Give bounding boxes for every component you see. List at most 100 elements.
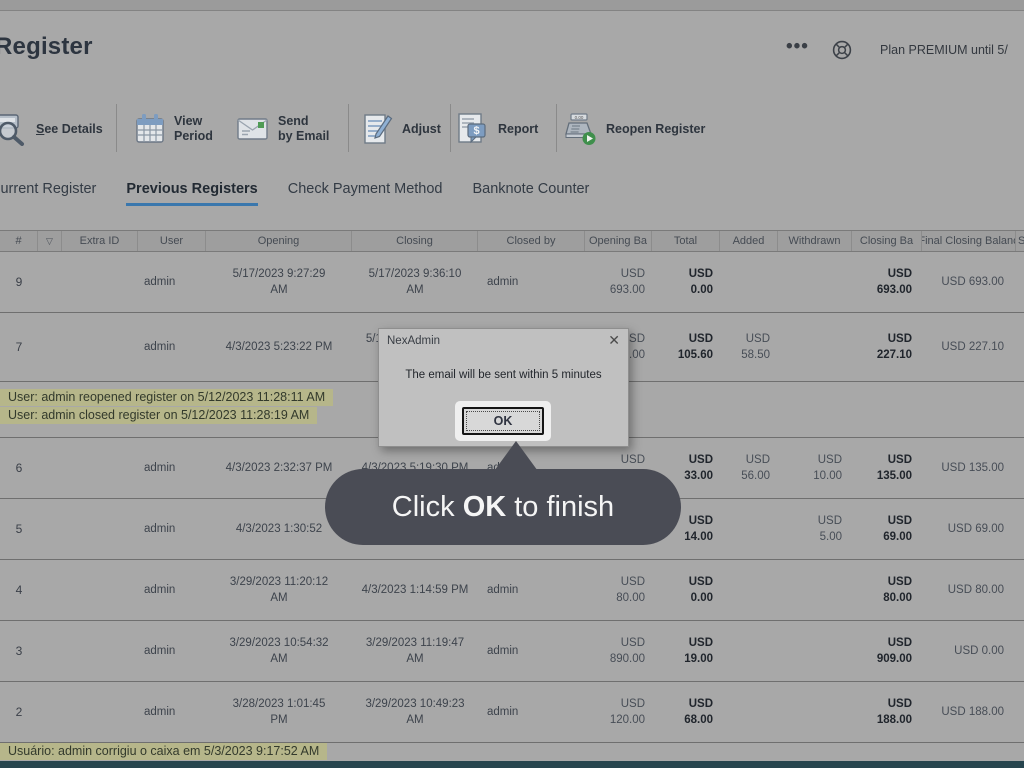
cell-closing_balance: USD693.00 [852,252,922,312]
cell-s [1016,560,1024,620]
cell-closing: 4/3/2023 1:14:59 PM [352,560,478,620]
header-closing-balance[interactable]: Closing Ba [852,231,922,251]
tab-bar: Current Register Previous Registers Check … [0,174,589,206]
cell-withdrawn [778,682,852,742]
sort-triangle-icon[interactable]: ▽ [38,231,62,251]
cell-total: USD0.00 [652,252,720,312]
cell-opening_balance: USD693.00 [585,252,652,312]
cell-closing_balance: USD909.00 [852,621,922,681]
cell-added [720,499,778,559]
tab-current-register[interactable]: Current Register [0,181,96,206]
cell-added [720,252,778,312]
cell-closing_balance: USD135.00 [852,438,922,498]
toolbar-separator [556,104,557,152]
report-icon: $ [456,112,490,146]
cell-opening_balance: USD80.00 [585,560,652,620]
ok-highlight-ring: OK [455,401,551,441]
header-closing[interactable]: Closing [352,231,478,251]
bottom-teal-bar [0,761,1024,768]
cell-closed_by: admin [478,560,585,620]
cell-user: admin [138,560,206,620]
cell-s [1016,313,1024,381]
cell-s [1016,499,1024,559]
cell-extra_id [62,682,138,742]
cell-sort [38,438,62,498]
cell-opening_balance: USD890.00 [585,621,652,681]
cell-closing_balance: USD227.10 [852,313,922,381]
table-row[interactable]: 2admin3/28/2023 1:01:45 PM3/29/2023 10:4… [0,682,1024,743]
coach-tooltip: Click OK to finish [325,469,681,545]
toolbar-separator [348,104,349,152]
cell-closing_balance: USD188.00 [852,682,922,742]
header-added[interactable]: Added [720,231,778,251]
toolbar-label-send-by-email: Sendby Email [278,114,329,144]
cell-sort [38,313,62,381]
cell-final: USD 69.00 [922,499,1016,559]
cell-num: 6 [0,438,38,498]
cell-closed_by: admin [478,252,585,312]
register-correction-note: Usuário: admin corrigiu o caixa em 5/3/2… [0,743,327,760]
cell-added: USD58.50 [720,313,778,381]
cell-user: admin [138,499,206,559]
header-user[interactable]: User [138,231,206,251]
tab-check-payment-method[interactable]: Check Payment Method [288,181,443,206]
cell-opening: 3/29/2023 10:54:32 AM [206,621,352,681]
cell-num: 3 [0,621,38,681]
cell-sort [38,682,62,742]
cell-withdrawn: USD10.00 [778,438,852,498]
header-number[interactable]: # [0,231,38,251]
reopen-register-icon: 0.00 [562,112,598,146]
cell-final: USD 135.00 [922,438,1016,498]
table-row[interactable]: 3admin3/29/2023 10:54:32 AM3/29/2023 11:… [0,621,1024,682]
cell-num: 5 [0,499,38,559]
cell-final: USD 80.00 [922,560,1016,620]
header-closed-by[interactable]: Closed by [478,231,585,251]
tab-previous-registers[interactable]: Previous Registers [126,181,257,206]
cell-extra_id [62,313,138,381]
ok-button-label: OK [494,414,513,428]
cell-s [1016,438,1024,498]
header-extra-id[interactable]: Extra ID [62,231,138,251]
more-options-button[interactable]: ••• [786,36,809,58]
register-note: User: admin reopened register on 5/12/20… [0,389,333,406]
header-opening-balance[interactable]: Opening Ba [585,231,652,251]
cell-final: USD 188.00 [922,682,1016,742]
toolbar-button-reopen-register[interactable]: 0.00Reopen Register [562,100,705,158]
ok-button[interactable]: OK [462,407,544,435]
cell-withdrawn [778,621,852,681]
cell-user: admin [138,438,206,498]
tab-banknote-counter[interactable]: Banknote Counter [473,181,590,206]
table-row[interactable]: 9admin5/17/2023 9:27:29 AM5/17/2023 9:36… [0,252,1024,313]
cell-extra_id [62,621,138,681]
cell-extra_id [62,560,138,620]
cell-total: USD19.00 [652,621,720,681]
toolbar-button-send-by-email[interactable]: Sendby Email [236,100,329,158]
cell-total: USD68.00 [652,682,720,742]
cell-added [720,621,778,681]
cell-user: admin [138,313,206,381]
toolbar-button-report[interactable]: $Report [456,100,538,158]
toolbar-label-adjust: Adjust [402,122,441,137]
table-row[interactable]: 4admin3/29/2023 11:20:12 AM4/3/2023 1:14… [0,560,1024,621]
plan-status-text: Plan PREMIUM until 5/ [880,43,1008,57]
cell-added: USD56.00 [720,438,778,498]
header-withdrawn[interactable]: Withdrawn [778,231,852,251]
cell-extra_id [62,438,138,498]
toolbar-button-adjust[interactable]: Adjust [362,100,441,158]
cell-s [1016,682,1024,742]
toolbar-button-see-details[interactable]: See Details [0,100,103,158]
cell-num: 2 [0,682,38,742]
header-final-closing-balance[interactable]: Final Closing Balanc [922,231,1016,251]
cell-added [720,560,778,620]
toolbar-button-view-period[interactable]: ViewPeriod [134,100,213,158]
cell-opening: 3/29/2023 11:20:12 AM [206,560,352,620]
cell-closing: 3/29/2023 11:19:47 AM [352,621,478,681]
header-opening[interactable]: Opening [206,231,352,251]
page-title: Register [0,33,93,61]
calendar-icon [134,112,166,146]
header-s-clipped[interactable]: S [1016,231,1024,251]
dialog-close-icon[interactable]: ✕ [608,332,620,349]
cell-num: 9 [0,252,38,312]
help-lifebuoy-icon[interactable] [831,39,853,61]
header-total[interactable]: Total [652,231,720,251]
